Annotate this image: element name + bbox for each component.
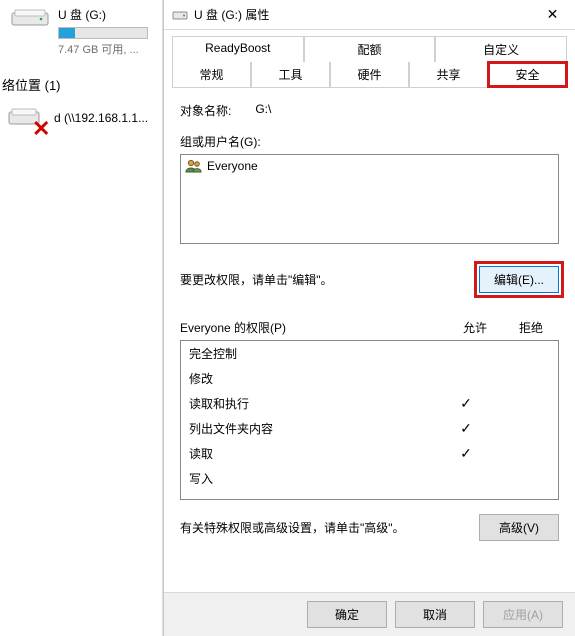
security-panel: 对象名称: G:\ 组或用户名(G): Everyone 要更改权限，请单击"编… xyxy=(164,88,575,541)
object-name-value: G:\ xyxy=(255,102,271,119)
disconnected-x-icon: ✕ xyxy=(32,116,50,142)
titlebar-title: U 盘 (G:) 属性 xyxy=(194,6,530,23)
tab-security[interactable]: 安全 xyxy=(488,62,567,87)
drive-title: U 盘 (G:) xyxy=(58,6,158,23)
properties-dialog: U 盘 (G:) 属性 ✕ ReadyBoost 配额 自定义 常规 工具 硬件… xyxy=(163,0,575,636)
advanced-hint: 有关特殊权限或高级设置，请单击"高级"。 xyxy=(180,519,405,536)
advanced-button[interactable]: 高级(V) xyxy=(479,514,559,541)
nav-section-label: 络位置 (1) xyxy=(0,61,162,100)
cancel-button[interactable]: 取消 xyxy=(395,601,475,628)
network-drive-icon: ✕ xyxy=(8,104,48,132)
permission-allow: ✓ xyxy=(438,445,494,462)
network-item[interactable]: ✕ d (\\192.168.1.1... xyxy=(0,100,162,132)
permission-name: 写入 xyxy=(189,470,438,487)
network-item-label: d (\\192.168.1.1... xyxy=(54,111,148,125)
permission-name: 修改 xyxy=(189,370,438,387)
drive-subtitle: 7.47 GB 可用, ... xyxy=(58,41,158,57)
perm-title: Everyone 的权限(P) xyxy=(180,319,447,336)
explorer-background: U 盘 (G:) 7.47 GB 可用, ... 络位置 (1) ✕ d (\\… xyxy=(0,0,163,636)
titlebar-drive-icon xyxy=(172,7,188,23)
permissions-list[interactable]: 完全控制修改读取和执行✓列出文件夹内容✓读取✓写入 xyxy=(180,340,559,500)
permission-row: 写入 xyxy=(181,466,558,491)
apply-button[interactable]: 应用(A) xyxy=(483,601,563,628)
list-item[interactable]: Everyone xyxy=(185,158,554,174)
tab-general[interactable]: 常规 xyxy=(172,62,251,87)
permission-name: 完全控制 xyxy=(189,345,438,362)
edit-hint: 要更改权限，请单击"编辑"。 xyxy=(180,271,333,288)
permission-row: 列出文件夹内容✓ xyxy=(181,416,558,441)
permission-name: 读取 xyxy=(189,445,438,462)
permission-row: 修改 xyxy=(181,366,558,391)
object-name-label: 对象名称: xyxy=(180,102,231,119)
drive-item[interactable]: U 盘 (G:) 7.47 GB 可用, ... xyxy=(0,0,162,61)
edit-button[interactable]: 编辑(E)... xyxy=(479,266,559,293)
group-users-label: 组或用户名(G): xyxy=(180,133,559,150)
permission-row: 读取✓ xyxy=(181,441,558,466)
permission-name: 列出文件夹内容 xyxy=(189,420,438,437)
permission-allow: ✓ xyxy=(438,420,494,437)
ok-button[interactable]: 确定 xyxy=(307,601,387,628)
perm-allow-header: 允许 xyxy=(447,319,503,336)
tabstrip: ReadyBoost 配额 自定义 常规 工具 硬件 共享 安全 xyxy=(172,36,567,87)
perm-deny-header: 拒绝 xyxy=(503,319,559,336)
dialog-buttons: 确定 取消 应用(A) xyxy=(164,592,575,636)
permission-name: 读取和执行 xyxy=(189,395,438,412)
group-icon xyxy=(185,159,203,173)
tab-readyboost[interactable]: ReadyBoost xyxy=(172,36,304,62)
drive-icon xyxy=(10,6,50,30)
group-users-list[interactable]: Everyone xyxy=(180,154,559,244)
permission-row: 完全控制 xyxy=(181,341,558,366)
permission-allow: ✓ xyxy=(438,395,494,412)
tab-hardware[interactable]: 硬件 xyxy=(330,62,409,87)
tab-quota[interactable]: 配额 xyxy=(304,36,436,62)
tab-tools[interactable]: 工具 xyxy=(251,62,330,87)
titlebar: U 盘 (G:) 属性 ✕ xyxy=(164,0,575,30)
close-button[interactable]: ✕ xyxy=(530,0,575,30)
list-item-label: Everyone xyxy=(207,159,258,173)
tab-custom[interactable]: 自定义 xyxy=(435,36,567,62)
tab-sharing[interactable]: 共享 xyxy=(409,62,488,87)
drive-usage-bar xyxy=(58,27,148,39)
permission-row: 读取和执行✓ xyxy=(181,391,558,416)
